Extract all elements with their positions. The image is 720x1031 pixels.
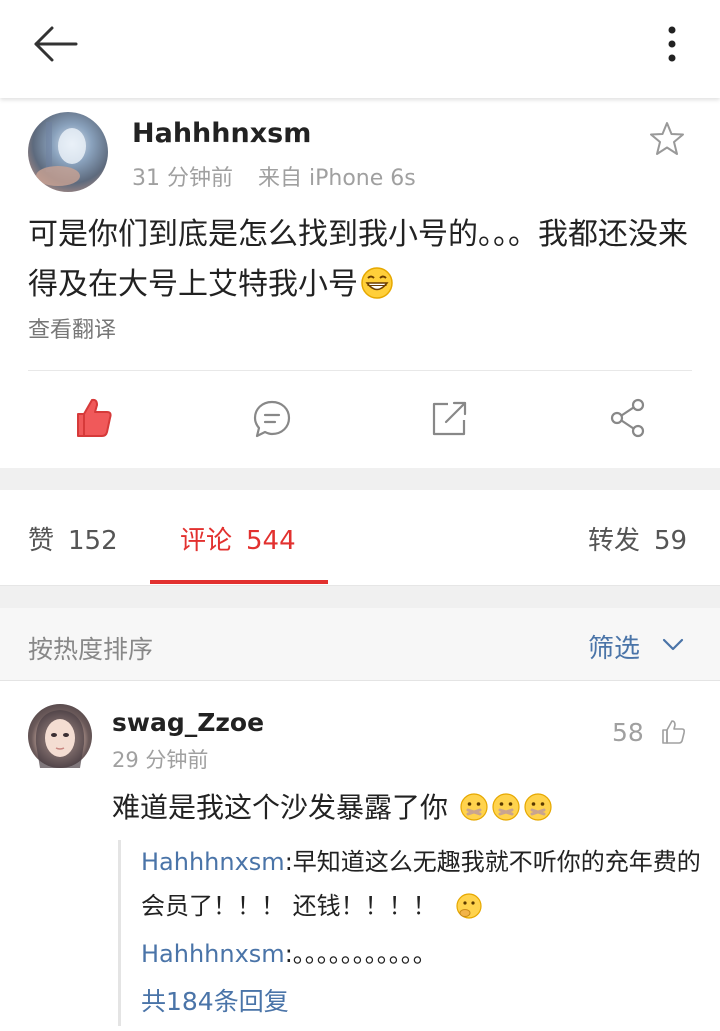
share-icon <box>610 398 645 438</box>
shushing-emoji-icon <box>460 793 488 821</box>
post-body: 可是你们到底是怎么找到我小号的。。。我都还没来得及在大号上艾特我小号 <box>28 217 688 302</box>
grinning-emoji-icon <box>361 267 393 299</box>
reply-item[interactable]: Hahhhnxsm:早知道这么无趣我就不听你的充年费的会员了！！！ 还钱！！！！ <box>141 840 701 928</box>
repost-button[interactable] <box>428 394 472 442</box>
reply-thread: Hahhhnxsm:早知道这么无趣我就不听你的充年费的会员了！！！ 还钱！！！！… <box>118 840 701 1026</box>
tab-comments[interactable]: 评论 544 <box>180 520 296 557</box>
reply-item[interactable]: Hahhhnxsm:。。。。。。。。。。。 <box>141 932 701 976</box>
comment-icon <box>253 400 291 438</box>
more-options-button[interactable] <box>652 22 692 66</box>
reply-text: :。。。。。。。。。。。 <box>284 940 437 968</box>
favorite-button[interactable] <box>648 120 686 158</box>
view-all-replies-link[interactable]: 共184条回复 <box>141 982 289 1018</box>
top-bar <box>0 0 720 98</box>
tab-comments-label: 评论 <box>180 526 233 556</box>
post-card: Hahhhnxsm 31 分钟前 来自 iPhone 6s 可是你们到底是怎么找… <box>0 98 720 468</box>
post-meta: 31 分钟前 来自 iPhone 6s <box>132 160 416 192</box>
section-gap <box>0 468 720 490</box>
active-tab-indicator <box>150 580 328 584</box>
avatar-photo <box>36 122 86 186</box>
tab-comments-count: 544 <box>246 526 296 556</box>
author-name[interactable]: Hahhhnxsm <box>132 118 311 149</box>
shushing-emoji-icon <box>524 793 552 821</box>
tab-reposts-count: 59 <box>654 526 688 556</box>
reply-author[interactable]: Hahhhnxsm <box>141 848 285 876</box>
sort-label[interactable]: 按热度排序 <box>28 630 153 666</box>
divider <box>28 370 692 371</box>
post-time: 31 分钟前 <box>132 166 233 191</box>
thumb-up-icon[interactable] <box>660 718 688 746</box>
like-icon <box>77 398 112 437</box>
stats-tabs: 赞 152 评论 544 转发 59 <box>0 490 720 586</box>
comment-body: 难道是我这个沙发暴露了你 <box>112 791 449 824</box>
tab-reposts-label: 转发 <box>588 526 641 556</box>
commenter-avatar[interactable] <box>28 704 92 768</box>
tab-likes[interactable]: 赞 152 <box>28 520 118 557</box>
filter-button[interactable]: 筛选 <box>588 628 640 665</box>
back-button[interactable] <box>30 22 82 66</box>
translate-link[interactable]: 查看翻译 <box>28 312 116 344</box>
arrow-left-icon <box>34 26 78 62</box>
reply-author[interactable]: Hahhhnxsm <box>141 940 285 968</box>
comment-text: 难道是我这个沙发暴露了你 <box>112 786 553 826</box>
comment-time: 29 分钟前 <box>112 748 209 772</box>
comment-like-count: 58 <box>612 718 644 747</box>
comment-button[interactable] <box>250 394 294 442</box>
avatar-photo <box>35 710 85 768</box>
chevron-down-icon[interactable] <box>660 632 686 656</box>
section-gap <box>0 586 720 608</box>
author-avatar[interactable] <box>28 112 108 192</box>
tab-likes-label: 赞 <box>28 526 55 556</box>
sort-bar: 按热度排序 筛选 <box>0 608 720 681</box>
repost-icon <box>432 401 467 436</box>
more-vertical-icon <box>668 26 676 62</box>
share-button[interactable] <box>606 394 650 442</box>
star-icon <box>650 122 684 155</box>
thinking-emoji-icon <box>456 893 482 919</box>
like-button[interactable] <box>72 394 116 442</box>
tab-likes-count: 152 <box>68 526 118 556</box>
post-source: 来自 iPhone 6s <box>258 166 416 191</box>
tab-reposts[interactable]: 转发 59 <box>588 520 687 557</box>
post-text: 可是你们到底是怎么找到我小号的。。。我都还没来得及在大号上艾特我小号 <box>28 210 698 310</box>
commenter-name[interactable]: swag_Zzoe <box>112 708 264 737</box>
comment-item: swag_Zzoe 29 分钟前 58 难道是我这个沙发暴露了你 Hahhhnx… <box>0 682 720 1031</box>
shushing-emoji-icon <box>492 793 520 821</box>
